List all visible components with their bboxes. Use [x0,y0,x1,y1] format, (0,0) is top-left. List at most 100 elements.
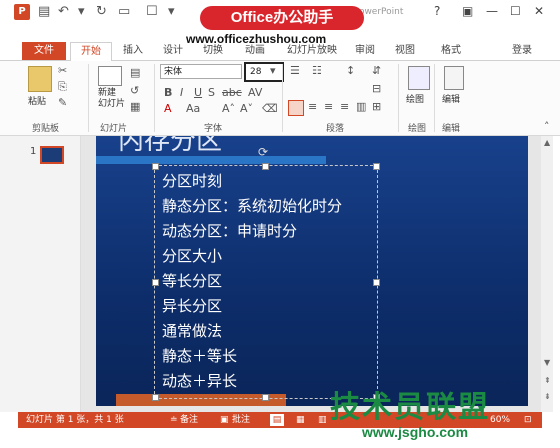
watermark-corner-url: www.jsgho.com [362,424,469,440]
change-case-icon[interactable]: Aa [186,102,200,115]
paste-button[interactable]: 粘贴 [28,94,46,107]
customize-qat-icon[interactable]: ▾ [168,4,175,20]
align-text-icon[interactable]: ⊟ [372,82,381,95]
char-spacing-icon[interactable]: AV [248,86,262,99]
clear-format-icon[interactable]: ⌫ [262,102,278,115]
ribbon-separator [154,64,155,132]
align-right-icon[interactable]: ≡ [324,100,333,113]
font-name-select[interactable]: 宋体 [160,64,242,79]
copy-icon[interactable]: ⎘ [58,80,67,94]
align-center-icon[interactable]: ≡ [308,100,317,113]
ribbon-display-icon[interactable]: ▣ [462,4,473,18]
scroll-up-icon[interactable]: ▲ [544,138,550,147]
tab-insert[interactable]: 插入 [116,42,150,60]
content-line: 动态分区：申请时分 [162,222,298,240]
font-size-select[interactable]: 28 [244,62,284,82]
resize-handle[interactable] [373,163,380,170]
undo-icon[interactable]: ↶ [58,4,69,20]
justify-icon[interactable]: ≡ [340,100,349,113]
rotate-handle-icon[interactable]: ⟳ [258,145,268,159]
zoom-level[interactable]: 60% [490,414,510,426]
decorative-bar [96,156,326,164]
slide-title[interactable]: 内存分区 [118,136,222,157]
resize-handle[interactable] [262,163,269,170]
binoculars-icon[interactable] [444,66,464,90]
resize-handle[interactable] [152,163,159,170]
chevron-down-icon[interactable]: ▾ [78,4,85,20]
align-left-icon[interactable] [288,100,304,116]
touch-mode-icon[interactable]: ☐ [146,4,158,20]
minimize-icon[interactable]: — [486,4,498,18]
ribbon-separator [398,64,399,132]
close-icon[interactable]: ✕ [534,4,544,18]
redo-icon[interactable]: ↻ [96,4,107,20]
resize-handle[interactable] [262,394,269,401]
save-icon[interactable]: ▤ [38,4,50,20]
format-painter-icon[interactable]: ✎ [58,96,67,109]
tab-view[interactable]: 视图 [388,42,422,60]
group-label-editing: 编辑 [442,124,461,134]
scroll-down-icon[interactable]: ▼ [544,358,550,367]
resize-handle[interactable] [152,394,159,401]
collapse-ribbon-icon[interactable]: ˄ [544,120,550,133]
reading-view-icon[interactable]: ▥ [318,414,327,426]
ribbon-separator [88,64,89,132]
comments-button[interactable]: 批注 [232,414,250,426]
next-slide-icon[interactable]: ⇟ [544,392,551,401]
normal-view-icon[interactable]: ▤ [270,414,284,426]
slide-thumbnail[interactable] [40,146,64,164]
resize-handle[interactable] [373,279,380,286]
content-line: 等长分区 [162,272,223,290]
content-line: 静态＋等长 [162,347,238,365]
drawing-button[interactable]: 绘图 [406,92,424,105]
watermark-logo: 技术员联盟 [330,390,490,425]
tab-review[interactable]: 审阅 [348,42,382,60]
italic-icon[interactable]: I [180,86,183,99]
tab-file[interactable]: 文件 [22,42,66,60]
shrink-font-icon[interactable]: A˅ [240,102,253,115]
editing-button[interactable]: 编辑 [442,92,460,105]
content-line: 静态分区：系统初始化时分 [162,197,343,215]
help-icon[interactable]: ? [434,4,440,18]
numbering-icon[interactable]: ☷ [312,64,322,77]
notes-icon[interactable]: ≐ [170,414,178,426]
comments-icon[interactable]: ▣ [220,414,229,426]
resize-handle[interactable] [152,279,159,286]
group-label-paragraph: 段落 [326,124,345,134]
thumbnail-pane [0,136,81,412]
notes-button[interactable]: 备注 [180,414,198,426]
login-link[interactable]: 登录 [512,42,532,60]
cut-icon[interactable]: ✂ [58,64,67,77]
chevron-down-icon[interactable]: ▾ [270,64,276,77]
paste-icon[interactable] [28,66,52,92]
columns-icon[interactable]: ▥ [356,100,366,113]
shadow-icon[interactable]: S [208,86,215,99]
tab-format[interactable]: 格式 [434,42,468,60]
group-label-font: 字体 [204,124,223,134]
content-line: 分区大小 [162,247,223,265]
layout-icon[interactable]: ▤ [130,66,140,79]
tab-design[interactable]: 设计 [156,42,190,60]
font-color-icon[interactable]: A [164,102,172,115]
thumbnail-number: 1 [30,146,37,157]
line-spacing-icon[interactable]: ↕ [346,64,355,77]
strikethrough-icon[interactable]: abc [222,86,242,99]
bullets-icon[interactable]: ☰ [290,64,300,77]
vertical-scrollbar[interactable] [541,136,553,412]
start-slideshow-icon[interactable]: ▭ [118,4,130,20]
text-direction-icon[interactable]: ⇵ [372,64,381,77]
smartart-icon[interactable]: ⊞ [372,100,381,113]
fit-slide-icon[interactable]: ⊡ [524,414,532,426]
new-slide-button[interactable]: 新建 幻灯片 [98,88,128,110]
grow-font-icon[interactable]: A˄ [222,102,235,115]
slide-sorter-icon[interactable]: ▦ [296,414,305,426]
new-slide-icon[interactable] [98,66,122,86]
reset-icon[interactable]: ↺ [130,84,139,97]
bold-icon[interactable]: B [164,86,172,99]
underline-icon[interactable]: U [194,86,202,99]
section-icon[interactable]: ▦ [130,100,140,113]
tab-home[interactable]: 开始 [70,42,112,62]
drawing-icon[interactable] [408,66,430,90]
maximize-icon[interactable]: ☐ [510,4,521,18]
prev-slide-icon[interactable]: ⇞ [544,376,551,385]
